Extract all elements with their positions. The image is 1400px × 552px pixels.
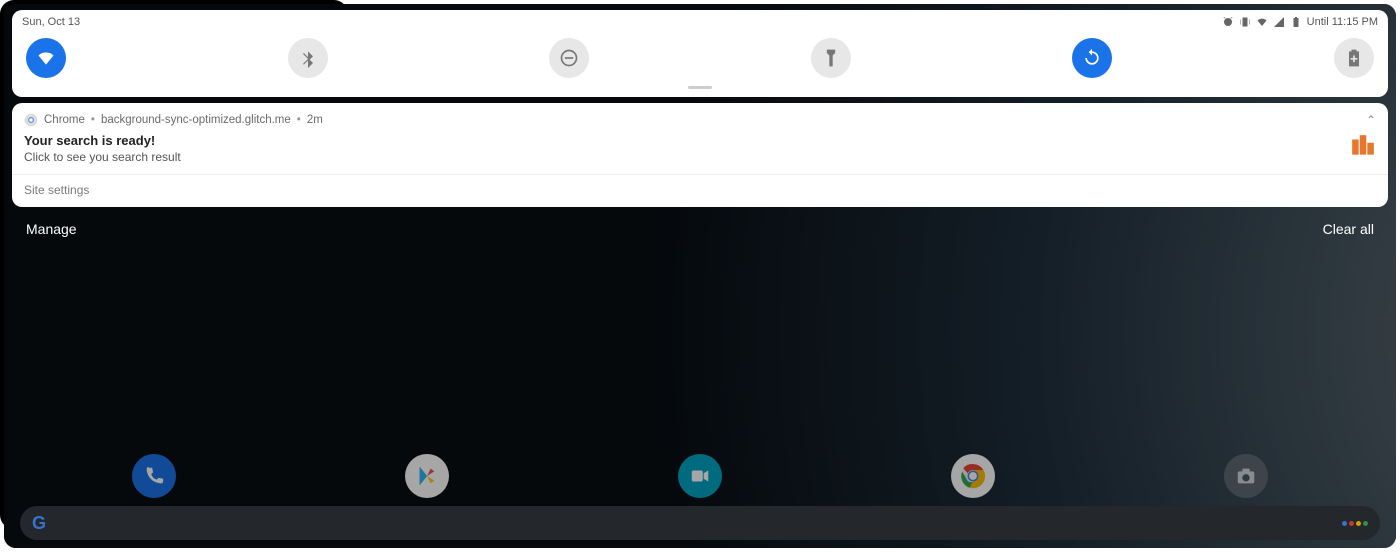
app-phone[interactable] [132,454,176,498]
quick-settings-row [22,28,348,80]
notification-shade: Sun, Oct 13 Until 11:15 PM [4,4,348,241]
notification-title: Your search is ready! [24,133,181,148]
notification-header: Chrome • background-sync-optimized.glitc… [24,113,348,127]
phone-screen: Sun, Oct 13 Until 11:15 PM [4,4,348,529]
status-date: Sun, Oct 13 [22,16,80,28]
notification-app: Chrome [44,114,85,126]
google-search-pill[interactable]: G [20,506,348,529]
divider [12,174,348,175]
separator-dot: • [297,114,301,126]
chrome-icon [24,113,38,127]
status-row: Sun, Oct 13 Until 11:15 PM [22,16,348,28]
notification-card[interactable]: Chrome • background-sync-optimized.glitc… [12,103,348,207]
dock [4,454,348,498]
notification-text-block: Your search is ready! Click to see you s… [24,133,181,164]
quick-settings-card: Sun, Oct 13 Until 11:15 PM [12,10,348,97]
notification-site: background-sync-optimized.glitch.me [101,114,291,126]
qs-bluetooth[interactable] [288,38,328,78]
qs-wifi[interactable] [26,38,66,78]
google-g-icon: G [32,513,46,530]
site-settings-link[interactable]: Site settings [24,183,348,197]
notification-age: 2m [307,114,323,126]
notification-text: Click to see you search result [24,150,181,164]
bluetooth-icon [298,48,318,68]
manage-button[interactable]: Manage [26,221,77,237]
phone-icon [143,465,165,487]
wifi-icon [36,48,56,68]
panel-phone-notification: Sun, Oct 13 Until 11:15 PM [0,0,348,529]
separator-dot: • [91,114,95,126]
shade-actions: Manage Clear all [12,213,348,241]
